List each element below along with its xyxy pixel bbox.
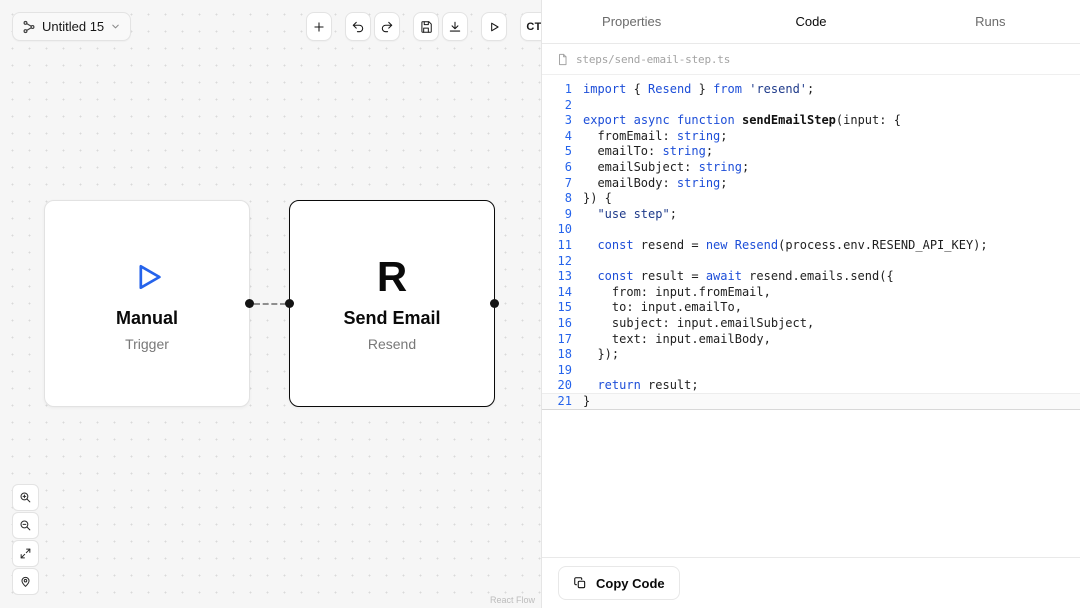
code-line-7[interactable]: 7 emailBody: string; [542,176,1080,192]
code-line-18[interactable]: 18 }); [542,347,1080,363]
code-line-4[interactable]: 4 fromEmail: string; [542,129,1080,145]
line-number: 9 [542,207,572,223]
code-line-19[interactable]: 19 [542,363,1080,379]
line-number: 4 [542,129,572,145]
redo-icon [380,20,394,34]
code-line-17[interactable]: 17 text: input.emailBody, [542,332,1080,348]
line-number: 3 [542,113,572,129]
node-send-email[interactable]: R Send Email Resend [289,200,495,407]
node-subtitle: Resend [368,336,416,352]
node-title: Manual [116,308,178,329]
node-title: Send Email [343,308,440,329]
code-line-3[interactable]: 3export async function sendEmailStep(inp… [542,113,1080,129]
file-icon [556,53,569,66]
line-number: 21 [542,394,572,410]
line-number: 1 [542,82,572,98]
workflow-icon [22,20,36,34]
code-line-10[interactable]: 10 [542,222,1080,238]
undo-icon [351,20,365,34]
zoom-in-button[interactable] [12,484,39,511]
fit-view-button[interactable] [12,540,39,567]
download-icon [448,20,462,34]
line-number: 5 [542,144,572,160]
pin-icon [19,575,32,588]
code-line-9[interactable]: 9 "use step"; [542,207,1080,223]
code-line-5[interactable]: 5 emailTo: string; [542,144,1080,160]
line-number: 8 [542,191,572,207]
inspector-panel: Properties Code Runs steps/send-email-st… [541,0,1080,608]
tab-properties[interactable]: Properties [542,0,721,43]
expand-icon [19,547,32,560]
line-number: 7 [542,176,572,192]
workflow-title-button[interactable]: Untitled 15 [12,12,131,41]
workflow-canvas[interactable]: Untitled 15 CT Manu [0,0,541,608]
redo-button[interactable] [374,12,400,41]
code-line-13[interactable]: 13 const result = await resend.emails.se… [542,269,1080,285]
code-line-1[interactable]: 1import { Resend } from 'resend'; [542,82,1080,98]
line-number: 6 [542,160,572,176]
edge-connector [254,303,286,305]
line-number: 13 [542,269,572,285]
canvas-controls [12,484,39,595]
download-button[interactable] [442,12,468,41]
save-button[interactable] [413,12,439,41]
code-line-15[interactable]: 15 to: input.emailTo, [542,300,1080,316]
trigger-play-icon [129,256,165,298]
run-button[interactable] [481,12,507,41]
file-header: steps/send-email-step.ts [542,44,1080,75]
code-line-8[interactable]: 8}) { [542,191,1080,207]
code-editor[interactable]: 1import { Resend } from 'resend';23expor… [542,76,1080,557]
panel-tabs: Properties Code Runs [542,0,1080,44]
zoom-out-icon [19,519,32,532]
line-number: 20 [542,378,572,394]
zoom-out-button[interactable] [12,512,39,539]
line-number: 17 [542,332,572,348]
manual-source-handle[interactable] [245,299,254,308]
reactflow-attribution[interactable]: React Flow [490,595,535,605]
line-number: 15 [542,300,572,316]
workflow-title: Untitled 15 [42,19,104,34]
tab-runs[interactable]: Runs [901,0,1080,43]
code-line-11[interactable]: 11 const resend = new Resend(process.env… [542,238,1080,254]
tab-code[interactable]: Code [721,0,900,43]
copy-code-button[interactable]: Copy Code [558,566,680,600]
zoom-in-icon [19,491,32,504]
line-number: 14 [542,285,572,301]
resend-logo: R [377,256,407,298]
copy-code-label: Copy Code [596,576,665,591]
line-number: 2 [542,98,572,114]
code-line-12[interactable]: 12 [542,254,1080,270]
line-number: 10 [542,222,572,238]
send-email-target-handle[interactable] [285,299,294,308]
line-number: 16 [542,316,572,332]
node-subtitle: Trigger [125,336,169,352]
line-number: 19 [542,363,572,379]
send-email-source-handle[interactable] [490,299,499,308]
undo-button[interactable] [345,12,371,41]
code-line-14[interactable]: 14 from: input.fromEmail, [542,285,1080,301]
code-line-2[interactable]: 2 [542,98,1080,114]
line-number: 11 [542,238,572,254]
file-path: steps/send-email-step.ts [576,53,730,66]
add-node-button[interactable] [306,12,332,41]
code-line-21[interactable]: 21} [542,394,1080,410]
play-icon [487,20,501,34]
line-number: 18 [542,347,572,363]
copy-icon [573,576,587,590]
chevron-down-icon [110,21,121,32]
code-line-20[interactable]: 20 return result; [542,378,1080,394]
plus-icon [312,20,326,34]
code-line-16[interactable]: 16 subject: input.emailSubject, [542,316,1080,332]
canvas-toolbar: CT [306,12,548,41]
code-line-6[interactable]: 6 emailSubject: string; [542,160,1080,176]
line-number: 12 [542,254,572,270]
node-manual-trigger[interactable]: Manual Trigger [44,200,250,407]
pin-button[interactable] [12,568,39,595]
save-icon [419,20,433,34]
panel-footer: Copy Code [542,557,1080,608]
